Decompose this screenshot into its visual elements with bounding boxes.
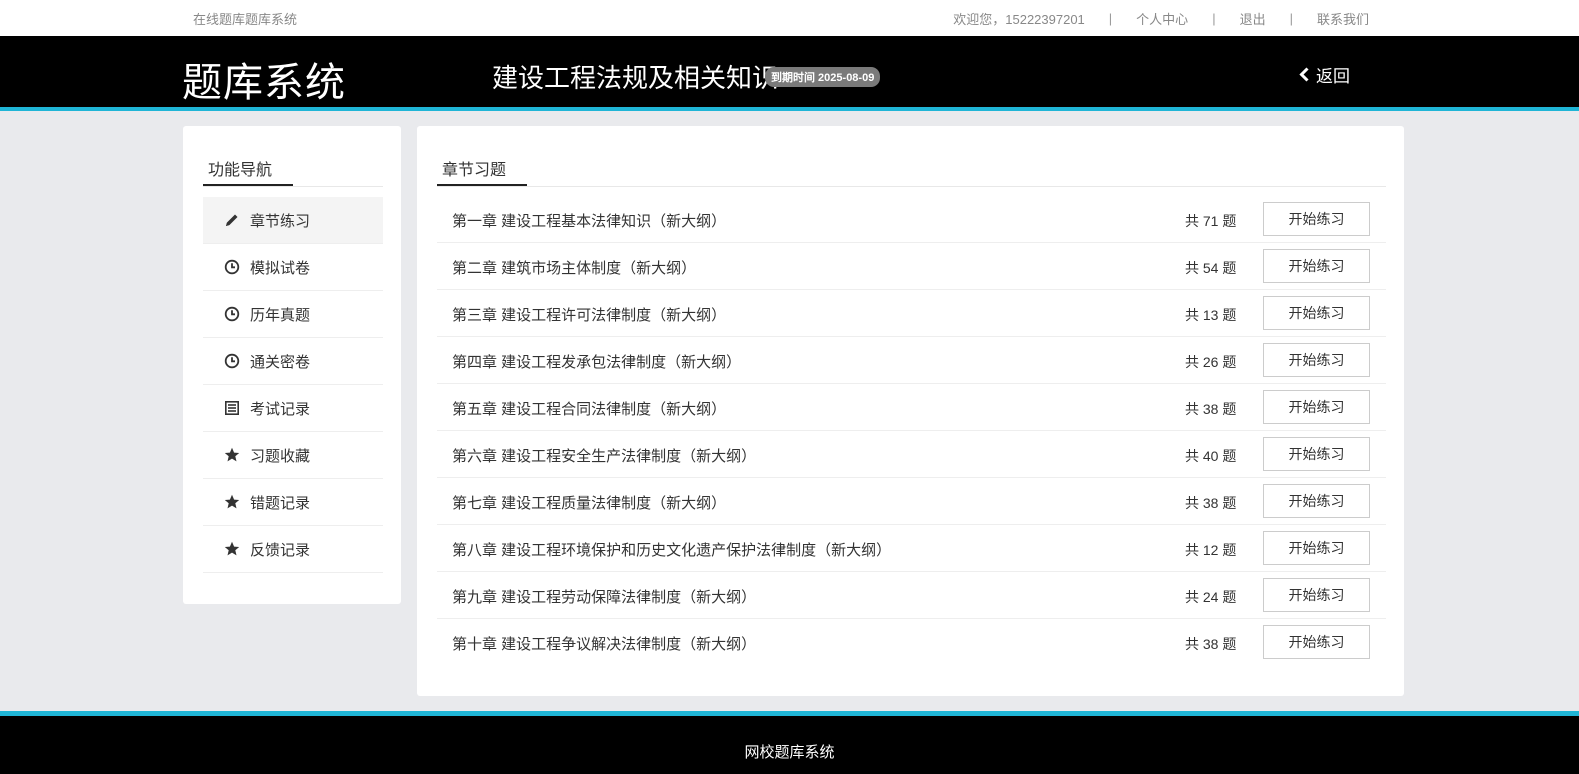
divider: |	[1212, 11, 1216, 26]
list-icon	[223, 400, 240, 417]
start-practice-button[interactable]: 开始练习	[1263, 202, 1370, 236]
chevron-left-icon	[1299, 67, 1309, 82]
start-practice-button[interactable]: 开始练习	[1263, 249, 1370, 283]
list-item: 第一章 建设工程基本法律知识（新大纲） 共 71 题 开始练习	[437, 196, 1386, 243]
list-item: 第八章 建设工程环境保护和历史文化遗产保护法律制度（新大纲） 共 12 题 开始…	[437, 525, 1386, 572]
contact-link[interactable]: 联系我们	[1317, 9, 1369, 28]
question-count: 共 71 题	[1185, 213, 1237, 229]
sidebar-item-favorites[interactable]: 习题收藏	[203, 432, 383, 479]
divider	[437, 186, 1386, 187]
expire-badge: 到期时间 2025-08-09	[765, 67, 881, 87]
sidebar-item-label: 历年真题	[250, 306, 311, 324]
clock-icon	[223, 259, 240, 276]
chapter-name: 第六章 建设工程安全生产法律制度（新大纲）	[452, 448, 757, 465]
sidebar-title: 功能导航	[208, 162, 273, 179]
sidebar-item-label: 章节练习	[250, 212, 311, 230]
sidebar-item-past-papers[interactable]: 历年真题	[203, 291, 383, 338]
sidebar-item-label: 习题收藏	[250, 447, 311, 465]
main-panel: 章节习题 第一章 建设工程基本法律知识（新大纲） 共 71 题 开始练习 第二章…	[417, 126, 1404, 696]
section-title: 章节习题	[442, 162, 507, 179]
course-title: 建设工程法规及相关知识	[492, 63, 779, 93]
question-count: 共 24 题	[1185, 589, 1237, 605]
logout-link[interactable]: 退出	[1240, 9, 1266, 28]
chapter-name: 第十章 建设工程争议解决法律制度（新大纲）	[452, 636, 757, 653]
divider: |	[1289, 11, 1293, 26]
sidebar-item-label: 反馈记录	[250, 541, 311, 559]
sidebar-item-label: 模拟试卷	[250, 259, 311, 277]
back-button[interactable]: 返回	[1299, 62, 1350, 87]
question-count: 共 12 题	[1185, 542, 1237, 558]
chapter-name: 第一章 建设工程基本法律知识（新大纲）	[452, 213, 727, 230]
sidebar-item-label: 通关密卷	[250, 353, 311, 371]
sidebar-nav: 章节练习 模拟试卷 历年真题 通关密卷 考试记录 习题收藏 错题记录 反馈记录	[203, 197, 383, 573]
title-underline	[437, 184, 527, 186]
question-count: 共 40 题	[1185, 448, 1237, 464]
divider: |	[1108, 11, 1113, 26]
chapter-name: 第八章 建设工程环境保护和历史文化遗产保护法律制度（新大纲）	[452, 542, 892, 559]
chapter-name: 第九章 建设工程劳动保障法律制度（新大纲）	[452, 589, 757, 606]
list-item: 第二章 建筑市场主体制度（新大纲） 共 54 题 开始练习	[437, 243, 1386, 290]
list-item: 第六章 建设工程安全生产法律制度（新大纲） 共 40 题 开始练习	[437, 431, 1386, 478]
logo: 题库系统	[182, 61, 346, 105]
sidebar-item-chapter-practice[interactable]: 章节练习	[203, 197, 383, 244]
list-item: 第四章 建设工程发承包法律制度（新大纲） 共 26 题 开始练习	[437, 337, 1386, 384]
start-practice-button[interactable]: 开始练习	[1263, 296, 1370, 330]
chapter-name: 第二章 建筑市场主体制度（新大纲）	[452, 260, 697, 277]
title-underline	[203, 184, 293, 186]
question-count: 共 38 题	[1185, 495, 1237, 511]
sidebar-item-feedback[interactable]: 反馈记录	[203, 526, 383, 573]
sidebar: 功能导航 章节练习 模拟试卷 历年真题 通关密卷 考试记录 习题收藏 错题记录 …	[183, 126, 401, 604]
sidebar-item-label: 考试记录	[250, 400, 311, 418]
footer-text: 网校题库系统	[744, 744, 835, 761]
chapter-list: 第一章 建设工程基本法律知识（新大纲） 共 71 题 开始练习 第二章 建筑市场…	[437, 196, 1386, 666]
start-practice-button[interactable]: 开始练习	[1263, 625, 1370, 659]
top-bar: 在线题库题库系统 欢迎您，15222397201 | 个人中心 | 退出 | 联…	[0, 0, 1579, 36]
question-count: 共 38 题	[1185, 636, 1237, 652]
question-count: 共 13 题	[1185, 307, 1237, 323]
start-practice-button[interactable]: 开始练习	[1263, 484, 1370, 518]
star-icon	[223, 541, 240, 558]
divider	[203, 186, 383, 187]
header: 题库系统 建设工程法规及相关知识 到期时间 2025-08-09 返回	[0, 36, 1579, 111]
chapter-name: 第三章 建设工程许可法律制度（新大纲）	[452, 307, 727, 324]
clock-icon	[223, 306, 240, 323]
start-practice-button[interactable]: 开始练习	[1263, 437, 1370, 471]
star-icon	[223, 494, 240, 511]
start-practice-button[interactable]: 开始练习	[1263, 531, 1370, 565]
list-item: 第三章 建设工程许可法律制度（新大纲） 共 13 题 开始练习	[437, 290, 1386, 337]
clock-icon	[223, 353, 240, 370]
sidebar-item-wrong-answers[interactable]: 错题记录	[203, 479, 383, 526]
site-name: 在线题库题库系统	[193, 12, 298, 27]
chapter-name: 第四章 建设工程发承包法律制度（新大纲）	[452, 354, 742, 371]
welcome-text: 欢迎您，15222397201	[953, 12, 1085, 27]
chapter-name: 第五章 建设工程合同法律制度（新大纲）	[452, 401, 727, 418]
sidebar-item-exam-records[interactable]: 考试记录	[203, 385, 383, 432]
top-links: 欢迎您，15222397201 | 个人中心 | 退出 | 联系我们	[953, 9, 1369, 28]
pencil-icon	[223, 212, 240, 229]
footer: 网校题库系统	[0, 711, 1579, 774]
list-item: 第五章 建设工程合同法律制度（新大纲） 共 38 题 开始练习	[437, 384, 1386, 431]
list-item: 第九章 建设工程劳动保障法律制度（新大纲） 共 24 题 开始练习	[437, 572, 1386, 619]
question-count: 共 54 题	[1185, 260, 1237, 276]
sidebar-item-mock-exam[interactable]: 模拟试卷	[203, 244, 383, 291]
list-item: 第十章 建设工程争议解决法律制度（新大纲） 共 38 题 开始练习	[437, 619, 1386, 666]
question-count: 共 38 题	[1185, 401, 1237, 417]
start-practice-button[interactable]: 开始练习	[1263, 578, 1370, 612]
question-count: 共 26 题	[1185, 354, 1237, 370]
start-practice-button[interactable]: 开始练习	[1263, 343, 1370, 377]
chapter-name: 第七章 建设工程质量法律制度（新大纲）	[452, 495, 727, 512]
personal-center-link[interactable]: 个人中心	[1136, 9, 1188, 28]
list-item: 第七章 建设工程质量法律制度（新大纲） 共 38 题 开始练习	[437, 478, 1386, 525]
sidebar-item-label: 错题记录	[250, 494, 311, 512]
start-practice-button[interactable]: 开始练习	[1263, 390, 1370, 424]
back-label: 返回	[1316, 67, 1350, 86]
star-icon	[223, 447, 240, 464]
sidebar-item-secret-papers[interactable]: 通关密卷	[203, 338, 383, 385]
